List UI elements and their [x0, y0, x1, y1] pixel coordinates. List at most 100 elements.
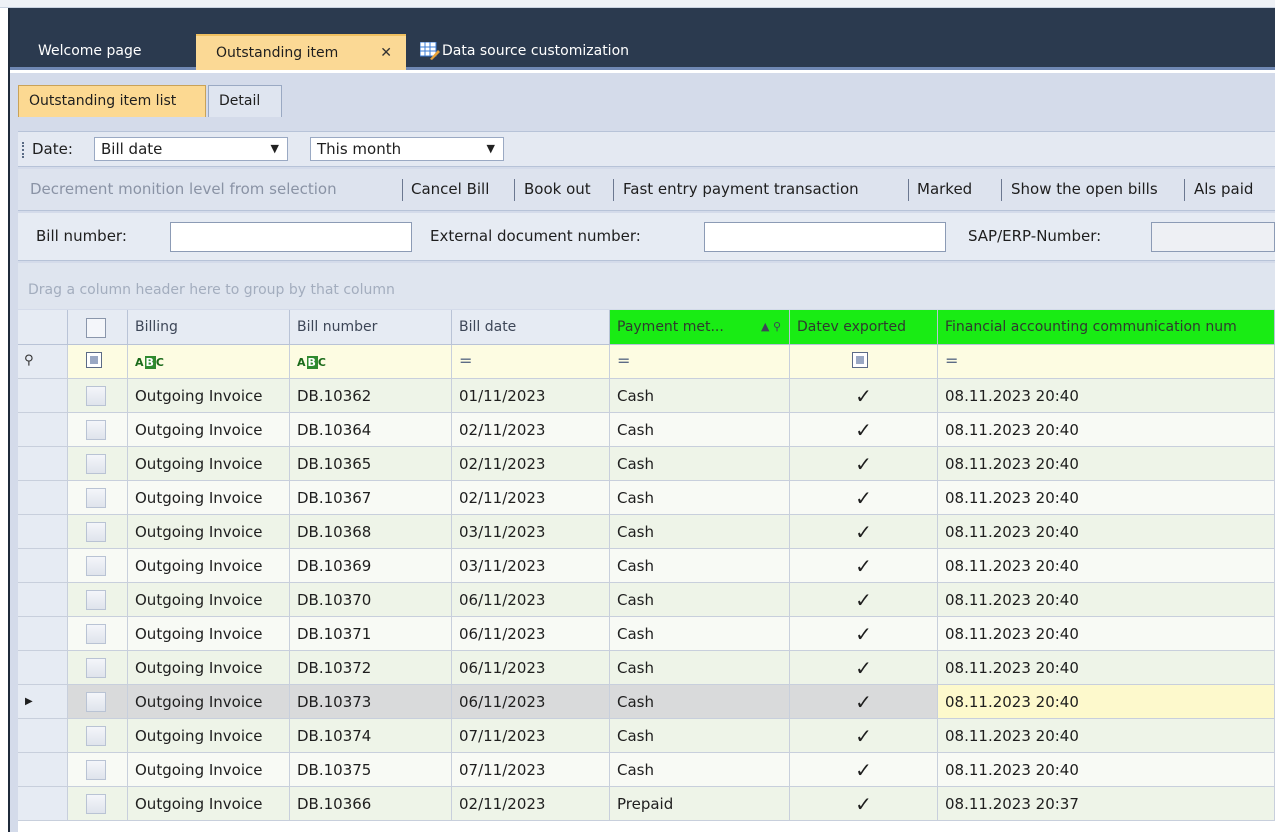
cell-datev-exported[interactable]: ✓ [790, 719, 938, 753]
table-row[interactable]: Outgoing Invoice DB.10372 06/11/2023 Cash ✓ 0… [18, 651, 1275, 685]
row-indicator[interactable] [18, 583, 68, 617]
filter-payment-method[interactable]: = [610, 345, 790, 379]
select-all-checkbox[interactable] [86, 318, 106, 338]
cell-billing[interactable]: Outgoing Invoice [128, 481, 290, 515]
row-select[interactable] [68, 787, 128, 821]
show-open-bills-button[interactable]: Show the open bills [1011, 180, 1158, 198]
row-indicator[interactable] [18, 787, 68, 821]
cell-financial-accounting[interactable]: 08.11.2023 20:40 [938, 685, 1275, 719]
marked-button[interactable]: Marked [917, 180, 972, 198]
fast-entry-payment-button[interactable]: Fast entry payment transaction [623, 180, 859, 198]
cell-datev-exported[interactable]: ✓ [790, 515, 938, 549]
row-indicator[interactable] [18, 719, 68, 753]
row-select[interactable] [68, 753, 128, 787]
book-out-button[interactable]: Book out [524, 180, 591, 198]
cell-datev-exported[interactable]: ✓ [790, 753, 938, 787]
cell-bill-date[interactable]: 06/11/2023 [452, 617, 610, 651]
cell-financial-accounting[interactable]: 08.11.2023 20:40 [938, 583, 1275, 617]
decrement-monition-button[interactable]: Decrement monition level from selection [30, 180, 337, 198]
cell-bill-date[interactable]: 06/11/2023 [452, 583, 610, 617]
cell-bill-number[interactable]: DB.10375 [290, 753, 452, 787]
column-header-bill-number[interactable]: Bill number [290, 310, 452, 345]
row-checkbox[interactable] [86, 590, 106, 610]
table-row[interactable]: Outgoing Invoice DB.10365 02/11/2023 Cash ✓ 0… [18, 447, 1275, 481]
row-select[interactable] [68, 617, 128, 651]
filter-bill-date[interactable]: = [452, 345, 610, 379]
cell-datev-exported[interactable]: ✓ [790, 413, 938, 447]
column-header-billing[interactable]: Billing [128, 310, 290, 345]
cell-bill-number[interactable]: DB.10371 [290, 617, 452, 651]
row-indicator[interactable] [18, 413, 68, 447]
cell-payment-method[interactable]: Cash [610, 447, 790, 481]
row-checkbox[interactable] [86, 760, 106, 780]
tab-detail[interactable]: Detail [208, 85, 282, 117]
row-indicator[interactable] [18, 481, 68, 515]
cell-billing[interactable]: Outgoing Invoice [128, 617, 290, 651]
row-select[interactable] [68, 583, 128, 617]
cell-financial-accounting[interactable]: 08.11.2023 20:40 [938, 413, 1275, 447]
cell-bill-date[interactable]: 02/11/2023 [452, 481, 610, 515]
cell-financial-accounting[interactable]: 08.11.2023 20:40 [938, 719, 1275, 753]
als-paid-button[interactable]: Als paid [1194, 180, 1253, 198]
cell-billing[interactable]: Outgoing Invoice [128, 549, 290, 583]
cell-bill-number[interactable]: DB.10364 [290, 413, 452, 447]
cell-bill-date[interactable]: 02/11/2023 [452, 787, 610, 821]
cell-financial-accounting[interactable]: 08.11.2023 20:40 [938, 481, 1275, 515]
row-checkbox[interactable] [86, 624, 106, 644]
cell-bill-number[interactable]: DB.10362 [290, 379, 452, 413]
cell-datev-exported[interactable]: ✓ [790, 685, 938, 719]
table-row[interactable]: Outgoing Invoice DB.10371 06/11/2023 Cash ✓ 0… [18, 617, 1275, 651]
row-select[interactable] [68, 447, 128, 481]
row-select[interactable] [68, 413, 128, 447]
cell-financial-accounting[interactable]: 08.11.2023 20:40 [938, 753, 1275, 787]
row-checkbox[interactable] [86, 454, 106, 474]
cell-payment-method[interactable]: Cash [610, 549, 790, 583]
row-select[interactable] [68, 515, 128, 549]
row-indicator[interactable] [18, 515, 68, 549]
cell-payment-method[interactable]: Cash [610, 481, 790, 515]
column-header-financial-accounting[interactable]: Financial accounting communication num [938, 310, 1275, 345]
tab-outstanding-item-list[interactable]: Outstanding item list [18, 85, 206, 117]
tab-outstanding-item[interactable]: Outstanding item ✕ [196, 34, 406, 70]
row-select[interactable] [68, 379, 128, 413]
filter-checkbox[interactable] [852, 352, 868, 368]
row-checkbox[interactable] [86, 522, 106, 542]
row-indicator[interactable] [18, 617, 68, 651]
cell-bill-date[interactable]: 06/11/2023 [452, 685, 610, 719]
row-checkbox[interactable] [86, 488, 106, 508]
row-indicator[interactable] [18, 651, 68, 685]
bill-number-input[interactable] [170, 222, 412, 252]
cell-bill-date[interactable]: 06/11/2023 [452, 651, 610, 685]
cell-billing[interactable]: Outgoing Invoice [128, 651, 290, 685]
cell-payment-method[interactable]: Cash [610, 719, 790, 753]
row-select[interactable] [68, 651, 128, 685]
row-checkbox[interactable] [86, 386, 106, 406]
filter-datev-exported[interactable] [790, 345, 938, 379]
table-row[interactable]: Outgoing Invoice DB.10375 07/11/2023 Cash ✓ 0… [18, 753, 1275, 787]
table-row[interactable]: Outgoing Invoice DB.10362 01/11/2023 Cash ✓ 0… [18, 379, 1275, 413]
cell-billing[interactable]: Outgoing Invoice [128, 719, 290, 753]
row-select[interactable] [68, 685, 128, 719]
row-checkbox[interactable] [86, 420, 106, 440]
tab-data-source-customization[interactable]: Data source customization [412, 34, 672, 70]
cell-datev-exported[interactable]: ✓ [790, 617, 938, 651]
cell-bill-number[interactable]: DB.10369 [290, 549, 452, 583]
toolbar-grip[interactable] [22, 142, 25, 158]
cell-bill-number[interactable]: DB.10366 [290, 787, 452, 821]
cell-payment-method[interactable]: Cash [610, 583, 790, 617]
sap-erp-input[interactable] [1151, 222, 1275, 252]
cell-bill-date[interactable]: 02/11/2023 [452, 447, 610, 481]
cell-datev-exported[interactable]: ✓ [790, 447, 938, 481]
row-indicator[interactable] [18, 379, 68, 413]
cell-billing[interactable]: Outgoing Invoice [128, 753, 290, 787]
table-row[interactable]: Outgoing Invoice DB.10367 02/11/2023 Cash ✓ 0… [18, 481, 1275, 515]
cell-financial-accounting[interactable]: 08.11.2023 20:37 [938, 787, 1275, 821]
filter-financial-accounting[interactable]: = [938, 345, 1275, 379]
cell-bill-date[interactable]: 01/11/2023 [452, 379, 610, 413]
column-header-bill-date[interactable]: Bill date [452, 310, 610, 345]
cell-bill-date[interactable]: 03/11/2023 [452, 549, 610, 583]
cell-bill-number[interactable]: DB.10370 [290, 583, 452, 617]
cell-payment-method[interactable]: Cash [610, 685, 790, 719]
cell-bill-date[interactable]: 03/11/2023 [452, 515, 610, 549]
cell-financial-accounting[interactable]: 08.11.2023 20:40 [938, 651, 1275, 685]
